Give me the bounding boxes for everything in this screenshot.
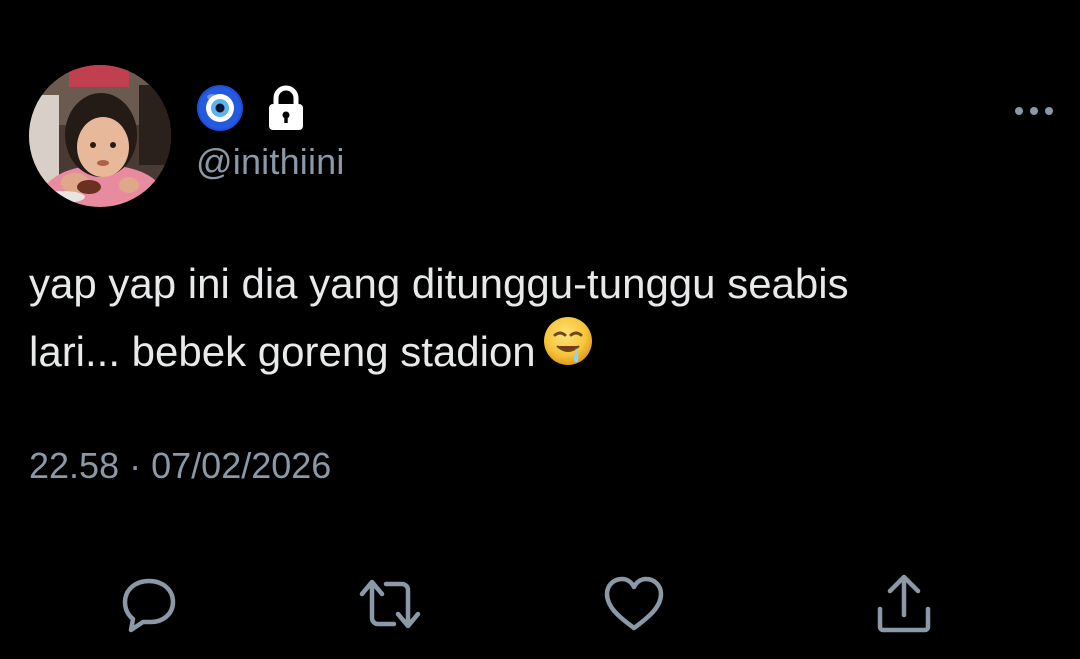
nazar-amulet-icon (196, 84, 244, 137)
reply-icon (122, 578, 176, 633)
tweet-time: 22.58 (29, 445, 120, 486)
heart-icon (604, 576, 664, 631)
display-name-row[interactable] (196, 84, 306, 136)
lock-icon (266, 84, 306, 137)
avatar-photo (29, 65, 171, 207)
more-options-button[interactable] (1012, 100, 1056, 122)
tweet-text-line-2-content: lari... bebek goreng stadion (29, 328, 536, 375)
action-bar (0, 572, 1080, 636)
tweet-text-line-2: lari... bebek goreng stadion (29, 315, 1059, 391)
share-button[interactable] (872, 572, 936, 636)
avatar[interactable] (29, 65, 171, 207)
timestamp-separator: · (129, 445, 142, 486)
more-dots-icon (1015, 107, 1053, 115)
drooling-face-emoji (542, 315, 594, 387)
username-handle[interactable]: @inithiini (196, 137, 345, 187)
like-button[interactable] (602, 572, 666, 636)
tweet-text: yap yap ini dia yang ditunggu-tunggu sea… (29, 250, 1059, 391)
retweet-icon (359, 579, 421, 629)
share-icon (877, 574, 931, 633)
retweet-button[interactable] (358, 572, 422, 636)
tweet-date: 07/02/2026 (151, 445, 332, 486)
tweet-timestamp[interactable]: 22.58 · 07/02/2026 (29, 441, 331, 491)
reply-button[interactable] (117, 572, 181, 636)
tweet-text-line-1: yap yap ini dia yang ditunggu-tunggu sea… (29, 260, 849, 307)
